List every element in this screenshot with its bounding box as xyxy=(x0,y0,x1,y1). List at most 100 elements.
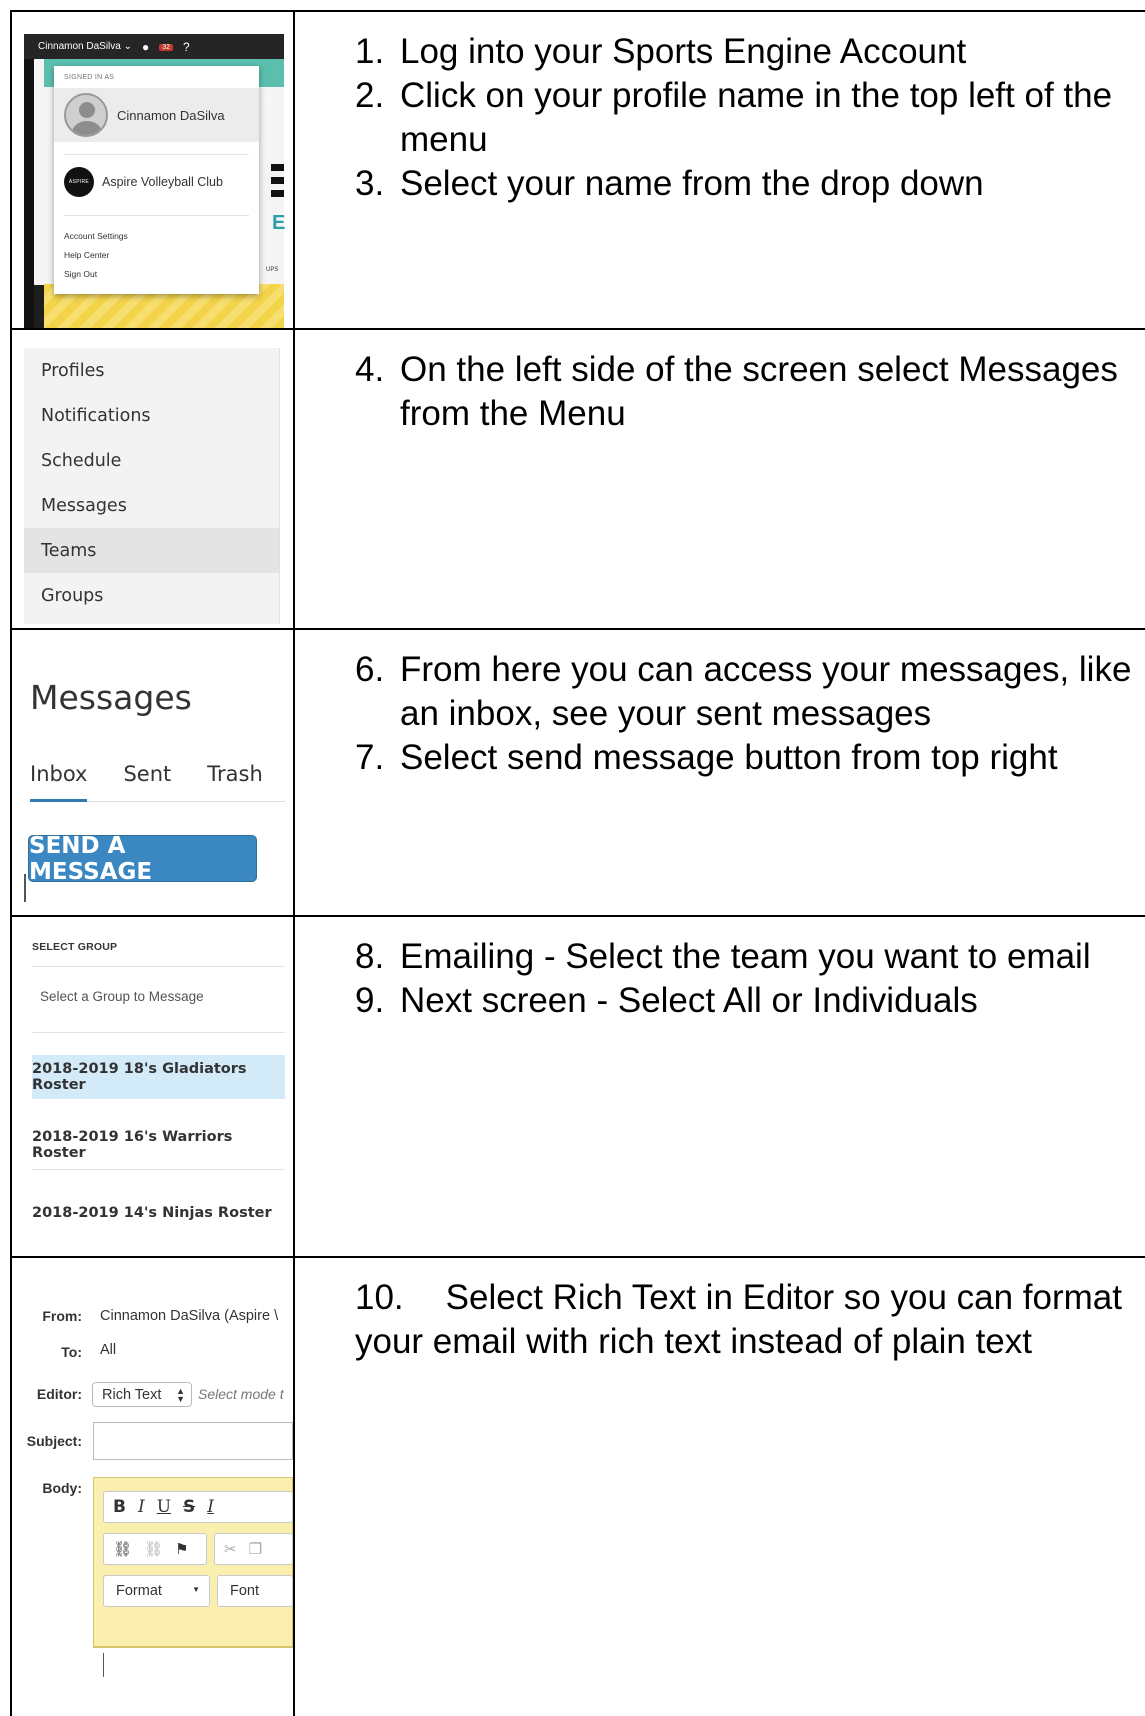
step-list: 10. Select Rich Text in Editor so you can… xyxy=(355,1276,1145,1364)
tab-trash[interactable]: Trash xyxy=(207,762,263,802)
step-item: 10. Select Rich Text in Editor so you can… xyxy=(355,1276,1145,1364)
profile-option[interactable]: Cinnamon DaSilva xyxy=(54,88,259,142)
step-number: 7. xyxy=(355,738,385,777)
font-dropdown[interactable]: Font xyxy=(217,1575,293,1607)
text-cursor xyxy=(103,1653,104,1677)
bold-icon[interactable]: B xyxy=(113,1497,126,1517)
topbar-profile-name[interactable]: Cinnamon DaSilva ⌄ xyxy=(38,41,132,52)
menu-item-groups[interactable]: Groups xyxy=(24,573,279,618)
step-item: 2. Click on your profile name in the top … xyxy=(355,74,1145,162)
format-dropdown[interactable]: Format ▼ xyxy=(103,1575,210,1607)
help-center-link[interactable]: Help Center xyxy=(64,250,109,260)
caret-down-icon: ▼ xyxy=(192,1585,200,1594)
screenshot-cell-5: From: Cinnamon DaSilva (Aspire \ To: All… xyxy=(12,1258,295,1716)
step-row-1: Cinnamon DaSilva ⌄ ● 32 ? h E UPS SIGNED… xyxy=(12,10,1145,328)
screenshot-cell-4: SELECT GROUP Select a Group to Message 2… xyxy=(12,917,295,1256)
text-cell-1: 1. Log into your Sports Engine Account 2.… xyxy=(295,12,1145,328)
group-placeholder[interactable]: Select a Group to Message xyxy=(40,989,204,1004)
divider xyxy=(64,154,249,155)
editor-mode-value: Rich Text xyxy=(102,1386,162,1403)
step-item: 4. On the left side of the screen select … xyxy=(355,348,1145,436)
menu-item-messages[interactable]: Messages xyxy=(24,483,279,528)
select-arrows-icon: ▲ ▼ xyxy=(176,1386,185,1404)
notifications-icon[interactable]: 32 xyxy=(159,41,174,52)
step-text: From here you can access your messages, … xyxy=(400,650,1132,733)
tab-sent[interactable]: Sent xyxy=(123,762,171,802)
step-list: 8. Emailing - Select the team you want to… xyxy=(355,935,1145,1023)
club-option[interactable]: ASPIRE Aspire Volleyball Club xyxy=(64,167,223,197)
menu-item-notifications[interactable]: Notifications xyxy=(24,393,279,438)
sign-out-link[interactable]: Sign Out xyxy=(64,269,97,279)
step-list: 6. From here you can access your messages… xyxy=(355,648,1145,780)
peek-bars xyxy=(271,164,284,203)
italic-icon[interactable]: I xyxy=(138,1497,145,1517)
unlink-icon[interactable]: ⛓ xyxy=(144,1540,163,1558)
step-number: 3. xyxy=(355,164,385,203)
step-text: Click on your profile name in the top le… xyxy=(400,76,1113,159)
strikethrough-icon[interactable]: S xyxy=(183,1497,195,1517)
step-number: 4. xyxy=(355,350,385,389)
notification-badge: 32 xyxy=(159,44,174,51)
format-dropdown-label: Format xyxy=(116,1583,162,1599)
account-settings-link[interactable]: Account Settings xyxy=(64,231,128,241)
group-option-ninjas[interactable]: 2018-2019 14's Ninjas Roster xyxy=(32,1191,285,1235)
instruction-table: Cinnamon DaSilva ⌄ ● 32 ? h E UPS SIGNED… xyxy=(10,10,1145,1716)
step-text: Log into your Sports Engine Account xyxy=(400,32,967,71)
club-logo: ASPIRE xyxy=(64,167,94,197)
club-name: Aspire Volleyball Club xyxy=(102,175,223,189)
edge-mark xyxy=(24,874,26,902)
step-number: 9. xyxy=(355,981,385,1020)
step-row-2: Profiles Notifications Schedule Messages… xyxy=(12,328,1145,628)
profile-dropdown: SIGNED IN AS Cinnamon DaSilva ASPIRE Asp… xyxy=(54,66,259,294)
font-dropdown-label: Font xyxy=(230,1583,260,1599)
messages-tabs: Inbox Sent Trash xyxy=(30,762,285,802)
divider xyxy=(32,966,285,967)
editor-label: Editor: xyxy=(36,1386,82,1402)
select-group-header: SELECT GROUP xyxy=(32,941,118,953)
menu-item-profiles[interactable]: Profiles xyxy=(24,348,279,393)
step-list: 4. On the left side of the screen select … xyxy=(355,348,1145,436)
menu-item-teams[interactable]: Teams xyxy=(24,528,279,573)
avatar-icon xyxy=(64,93,108,137)
send-message-button[interactable]: SEND A MESSAGE xyxy=(28,833,257,885)
link-icon[interactable]: ⛓ xyxy=(113,1540,132,1558)
step-number: 1. xyxy=(355,32,385,71)
screenshot-cell-2: Profiles Notifications Schedule Messages… xyxy=(12,330,295,628)
group-option-gladiators[interactable]: 2018-2019 18's Gladiators Roster xyxy=(32,1055,285,1099)
peek-small-text: UPS xyxy=(266,267,279,273)
help-icon[interactable]: ? xyxy=(183,40,190,54)
anchor-flag-icon[interactable]: ⚑ xyxy=(175,1540,188,1558)
subject-input[interactable] xyxy=(93,1422,293,1460)
step-row-5: From: Cinnamon DaSilva (Aspire \ To: All… xyxy=(12,1256,1145,1716)
editor-bottom-edge xyxy=(93,1647,293,1648)
step-text: Select send message button from top righ… xyxy=(400,738,1058,777)
step-list: 1. Log into your Sports Engine Account 2.… xyxy=(355,30,1145,206)
divider xyxy=(64,215,249,216)
group-option-warriors[interactable]: 2018-2019 16's Warriors Roster xyxy=(32,1123,285,1167)
remove-format-icon[interactable]: I xyxy=(207,1497,214,1517)
peek-letter: E xyxy=(272,212,286,234)
step-item: 1. Log into your Sports Engine Account xyxy=(355,30,1145,74)
menu-item-schedule[interactable]: Schedule xyxy=(24,438,279,483)
copy-icon[interactable]: ❐ xyxy=(249,1540,262,1558)
step-item: 7. Select send message button from top ri… xyxy=(355,736,1145,780)
step-item: 3. Select your name from the drop down xyxy=(355,162,1145,206)
step-text: Next screen - Select All or Individuals xyxy=(400,981,978,1020)
globe-icon[interactable]: ● xyxy=(142,40,149,54)
underline-icon[interactable]: U xyxy=(157,1497,171,1517)
format-toolbar-group: B I U S I xyxy=(103,1491,293,1523)
step-number: 10. xyxy=(355,1278,404,1317)
tab-inbox[interactable]: Inbox xyxy=(30,762,88,802)
clipboard-toolbar-group: ✂ ❐ xyxy=(214,1533,293,1565)
profile-dropdown-screenshot: Cinnamon DaSilva ⌄ ● 32 ? h E UPS SIGNED… xyxy=(24,34,286,328)
profile-name: Cinnamon DaSilva xyxy=(117,107,225,123)
step-number: 2. xyxy=(355,76,385,115)
peek-text: h xyxy=(266,96,272,107)
from-label: From: xyxy=(42,1308,82,1324)
link-toolbar-group: ⛓ ⛓ ⚑ xyxy=(103,1533,207,1565)
subject-label: Subject: xyxy=(26,1433,82,1449)
to-label: To: xyxy=(61,1344,82,1360)
cut-icon[interactable]: ✂ xyxy=(224,1540,237,1558)
editor-mode-select[interactable]: Rich Text ▲ ▼ xyxy=(92,1382,192,1407)
editor-hint: Select mode t xyxy=(198,1386,284,1402)
